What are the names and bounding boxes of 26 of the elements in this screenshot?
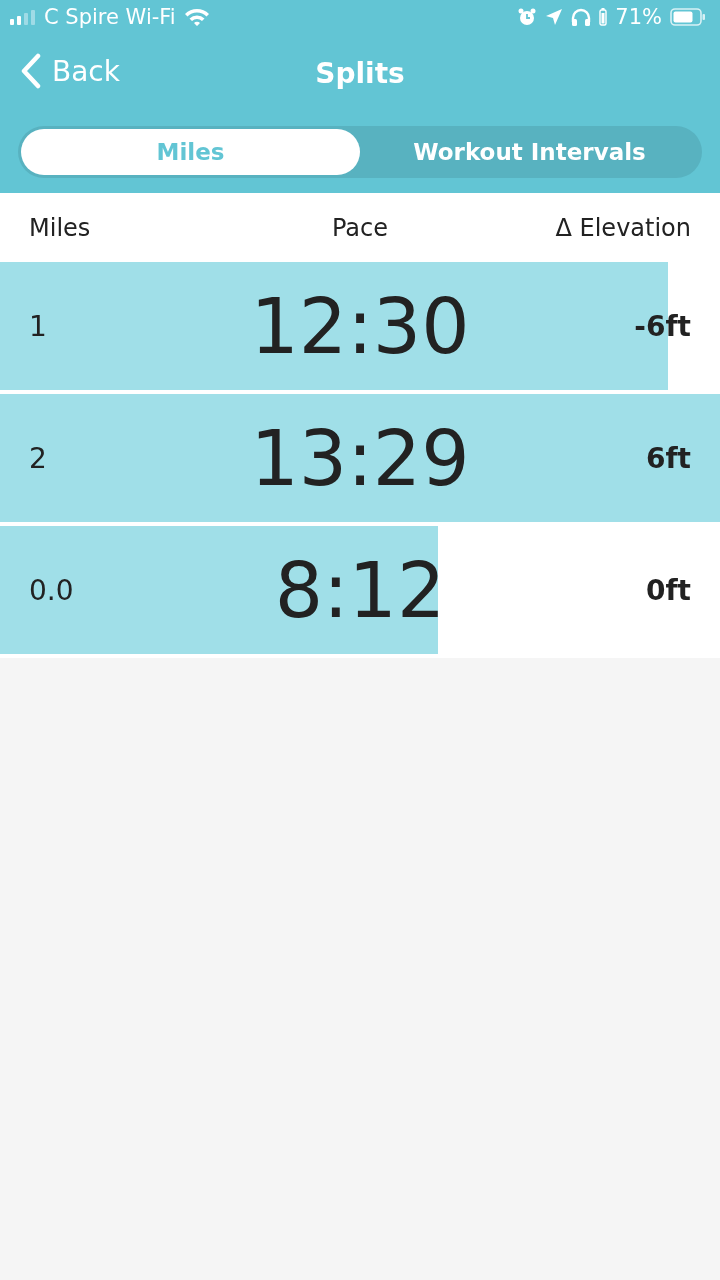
pace-time: 8:12 — [273, 545, 447, 635]
pace-time: 13:29 — [249, 413, 471, 503]
pace-time: 12:30 — [249, 281, 471, 371]
mile-number: 2 — [29, 441, 48, 475]
elevation-change: -6ft — [633, 309, 691, 343]
mile-number: 1 — [29, 309, 48, 343]
chevron-left-icon — [20, 53, 42, 89]
battery-icon — [599, 8, 608, 26]
segment-tab[interactable]: Workout Intervals — [360, 129, 699, 175]
screen-title: Splits — [315, 56, 405, 90]
alarm-clock-icon — [517, 7, 538, 27]
elevation-change: 6ft — [644, 441, 691, 475]
column-header: Δ Elevation — [554, 213, 691, 242]
mile-number: 0.0 — [29, 573, 75, 607]
battery-percentage: 71% — [615, 5, 662, 29]
headphones-icon — [571, 8, 592, 26]
battery-icon — [670, 8, 706, 26]
back-button[interactable]: Back — [20, 53, 120, 89]
location-arrow-icon — [545, 8, 564, 26]
segment-tab[interactable]: Miles — [21, 129, 360, 175]
column-header: Pace — [330, 213, 390, 242]
carrier-name: C Spire Wi-Fi — [44, 5, 176, 29]
column-header: Miles — [29, 213, 92, 242]
wifi-icon — [183, 7, 210, 27]
elevation-change: 0ft — [644, 573, 691, 607]
signal-icon — [10, 9, 36, 25]
